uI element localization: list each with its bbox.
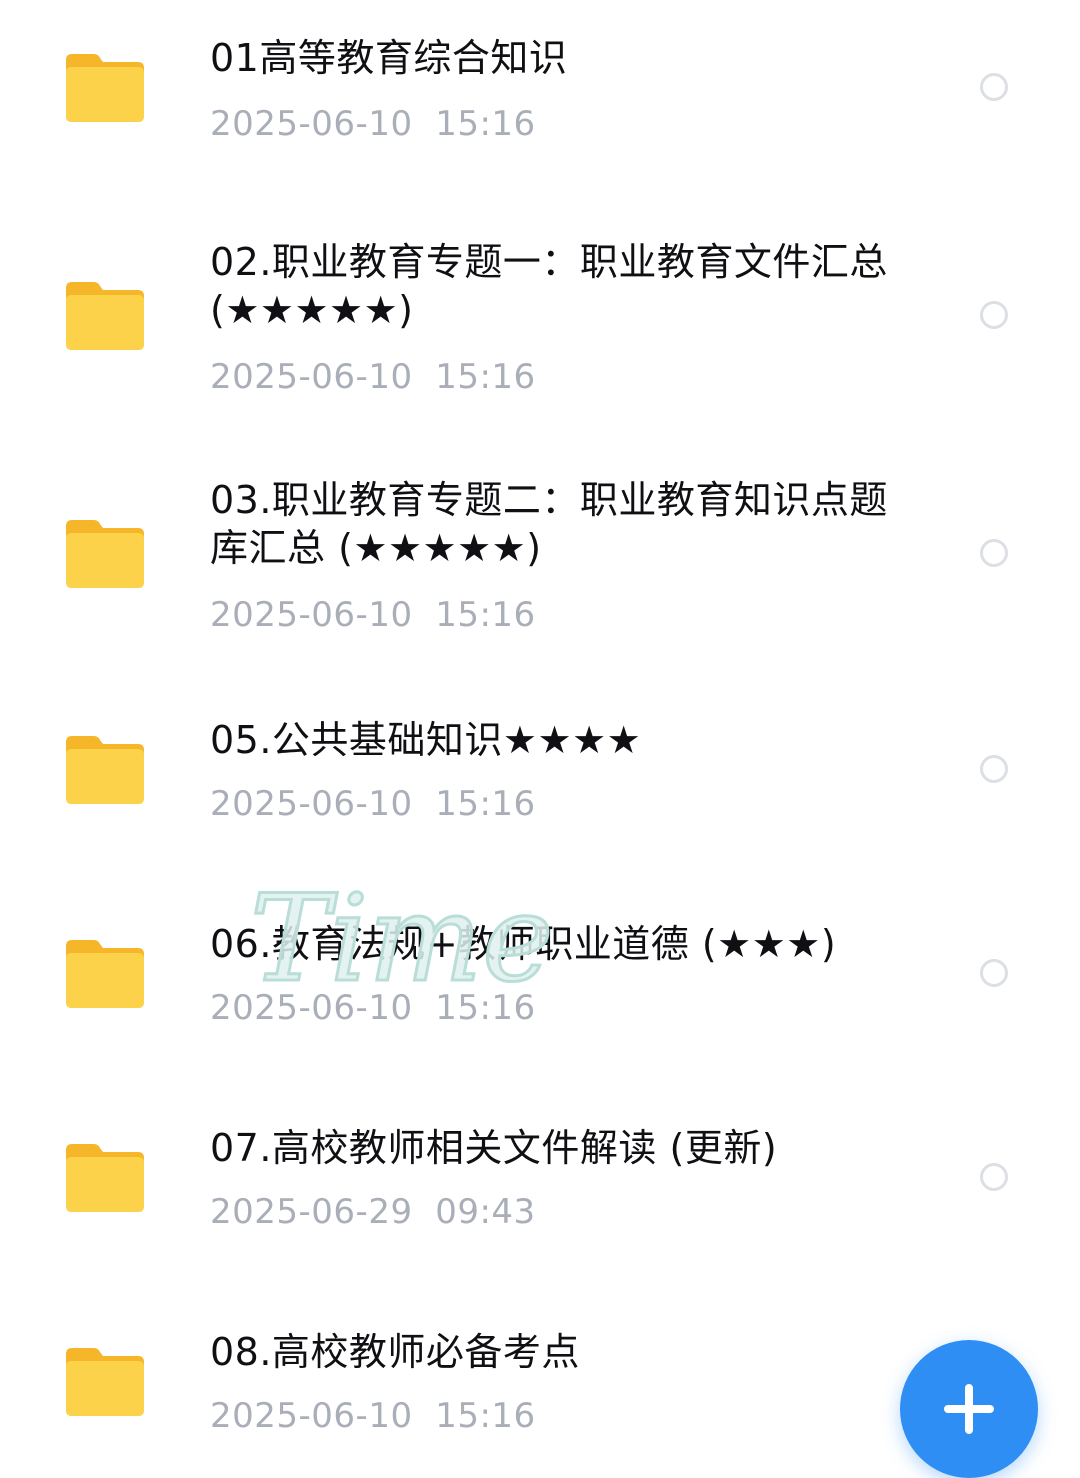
radio-icon[interactable] xyxy=(980,1163,1008,1191)
radio-icon[interactable] xyxy=(980,73,1008,101)
folder-icon xyxy=(62,936,148,1010)
file-list-page: 01高等教育综合知识 2025-06-10 15:16 02.职业教育专题一：职… xyxy=(0,0,1080,1478)
file-name: 05.公共基础知识★★★★ xyxy=(210,718,642,762)
file-row[interactable]: 01高等教育综合知识 2025-06-10 15:16 xyxy=(0,0,1080,180)
add-button[interactable] xyxy=(900,1340,1038,1478)
file-date: 2025-06-10 15:16 xyxy=(210,1396,536,1436)
radio-icon[interactable] xyxy=(980,301,1008,329)
folder-icon xyxy=(62,50,148,124)
file-name: 06.教育法规+教师职业道德 (★★★) xyxy=(210,922,837,966)
file-date: 2025-06-29 09:43 xyxy=(210,1192,536,1232)
plus-icon-stroke xyxy=(965,1384,973,1434)
folder-icon xyxy=(62,1344,148,1418)
folder-icon xyxy=(62,516,148,590)
file-name: 02.职业教育专题一：职业教育文件汇总 (★★★★★) xyxy=(210,240,888,332)
file-row[interactable]: 06.教育法规+教师职业道德 (★★★) 2025-06-10 15:16 xyxy=(0,870,1080,1080)
file-name: 08.高校教师必备考点 xyxy=(210,1330,580,1374)
file-row[interactable]: 07.高校教师相关文件解读 (更新) 2025-06-29 09:43 xyxy=(0,1080,1080,1280)
file-row[interactable]: 05.公共基础知识★★★★ 2025-06-10 15:16 xyxy=(0,670,1080,870)
folder-icon xyxy=(62,278,148,352)
file-row[interactable]: 02.职业教育专题一：职业教育文件汇总 (★★★★★) 2025-06-10 1… xyxy=(0,180,1080,420)
radio-icon[interactable] xyxy=(980,539,1008,567)
file-date: 2025-06-10 15:16 xyxy=(210,104,536,144)
folder-icon xyxy=(62,732,148,806)
radio-icon[interactable] xyxy=(980,959,1008,987)
radio-icon[interactable] xyxy=(980,755,1008,783)
file-date: 2025-06-10 15:16 xyxy=(210,357,536,397)
file-date: 2025-06-10 15:16 xyxy=(210,784,536,824)
file-name: 03.职业教育专题二：职业教育知识点题库汇总 (★★★★★) xyxy=(210,478,888,570)
file-name: 07.高校教师相关文件解读 (更新) xyxy=(210,1126,778,1170)
file-row[interactable]: 03.职业教育专题二：职业教育知识点题库汇总 (★★★★★) 2025-06-1… xyxy=(0,420,1080,670)
file-date: 2025-06-10 15:16 xyxy=(210,988,536,1028)
folder-icon xyxy=(62,1140,148,1214)
file-date: 2025-06-10 15:16 xyxy=(210,595,536,635)
file-name: 01高等教育综合知识 xyxy=(210,36,568,80)
